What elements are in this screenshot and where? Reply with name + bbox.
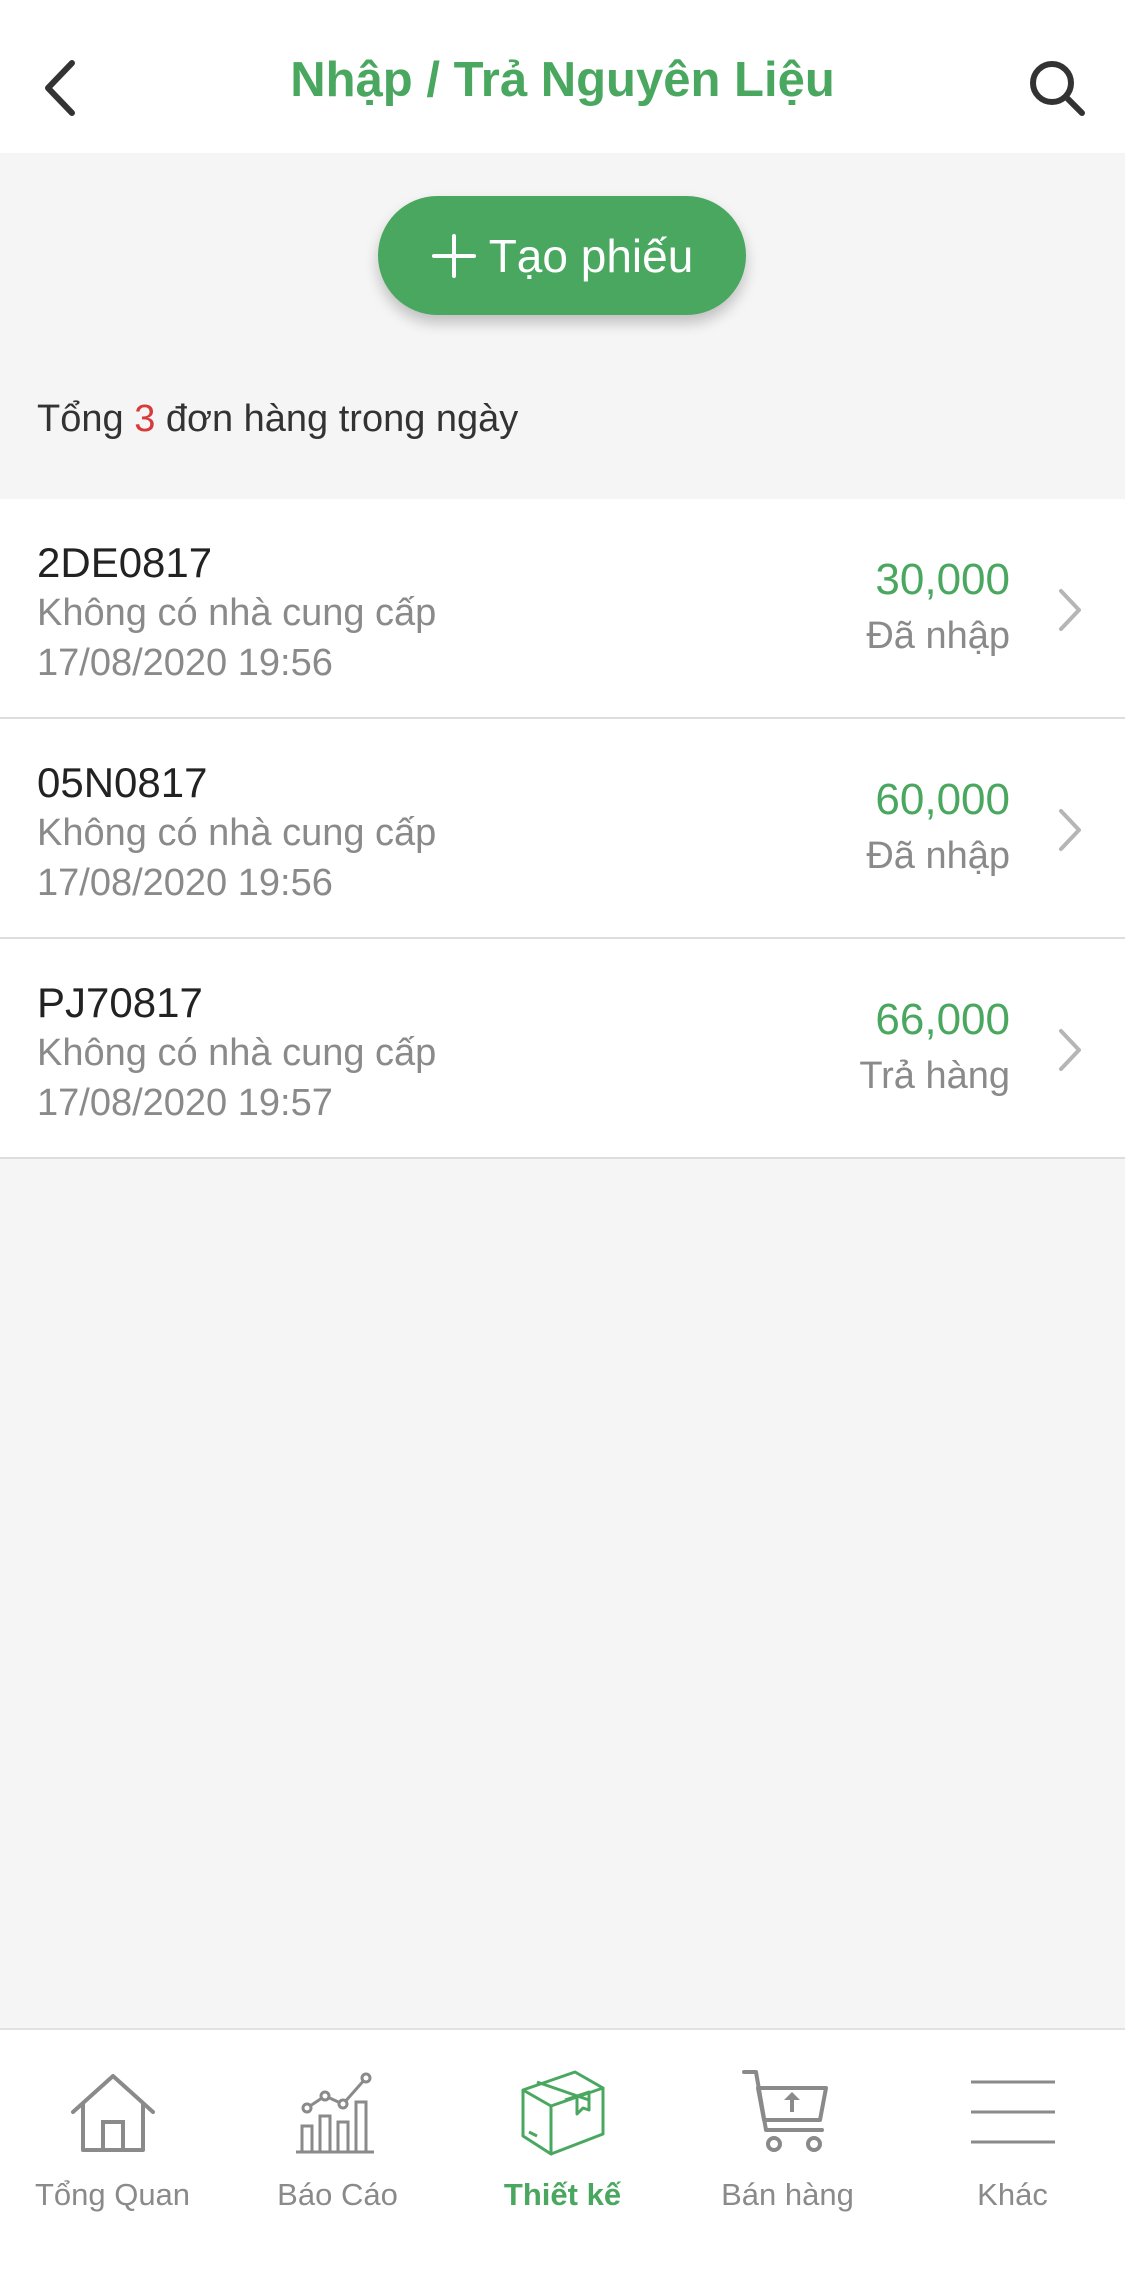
order-datetime: 17/08/2020 19:56 (37, 862, 333, 904)
search-icon (1030, 61, 1085, 116)
nav-label: Tổng Quan (34, 2177, 191, 2212)
order-summary: Tổng 3 đơn hàng trong ngày (37, 398, 518, 441)
create-ticket-label: Tạo phiếu (488, 229, 694, 282)
order-status: Trả hàng (859, 1055, 1010, 1097)
summary-prefix: Tổng (37, 398, 124, 440)
order-amount: 60,000 (875, 775, 1010, 824)
order-datetime: 17/08/2020 19:56 (37, 642, 333, 684)
nav-item-overview[interactable]: Tổng Quan (0, 2030, 225, 2278)
chevron-right-icon (1059, 589, 1081, 631)
order-amount: 66,000 (875, 995, 1010, 1044)
order-code: 2DE0817 (37, 539, 213, 586)
search-button[interactable] (1019, 50, 1095, 126)
nav-label: Khác (977, 2177, 1048, 2212)
menu-icon (970, 2080, 1055, 2144)
order-datetime: 17/08/2020 19:57 (37, 1082, 333, 1124)
nav-label: Thiết kế (503, 2177, 622, 2212)
home-icon (70, 2074, 155, 2152)
top-bar: Nhập / Trả Nguyên Liệu (0, 0, 1125, 153)
chevron-right-icon (1059, 809, 1081, 851)
order-code: PJ70817 (37, 979, 203, 1026)
order-code: 05N0817 (37, 759, 208, 806)
nav-label: Báo Cáo (277, 2177, 398, 2212)
nav-item-reports[interactable]: Báo Cáo (225, 2030, 450, 2278)
order-supplier: Không có nhà cung cấp (37, 1032, 437, 1074)
order-supplier: Không có nhà cung cấp (37, 592, 437, 634)
cart-icon (741, 2070, 828, 2152)
nav-item-more[interactable]: Khác (900, 2030, 1125, 2278)
nav-item-design[interactable]: Thiết kế (450, 2030, 675, 2278)
nav-item-sales[interactable]: Bán hàng (675, 2030, 900, 2278)
order-row[interactable]: PJ70817 Không có nhà cung cấp 17/08/2020… (0, 939, 1125, 1159)
chart-icon (295, 2072, 374, 2154)
create-ticket-button[interactable]: Tạo phiếu (378, 196, 746, 315)
page-title: Nhập / Trả Nguyên Liệu (290, 53, 835, 107)
order-status: Đã nhập (866, 615, 1010, 657)
order-status: Đã nhập (866, 835, 1010, 877)
order-row[interactable]: 2DE0817 Không có nhà cung cấp 17/08/2020… (0, 499, 1125, 719)
nav-label: Bán hàng (721, 2177, 854, 2212)
order-row[interactable]: 05N0817 Không có nhà cung cấp 17/08/2020… (0, 719, 1125, 939)
box-icon (521, 2070, 604, 2156)
chevron-right-icon (1059, 1029, 1081, 1071)
bottom-nav: Tổng Quan Báo Cáo Thiết kế Bán hàng Khác (0, 2028, 1125, 2278)
order-amount: 30,000 (875, 555, 1010, 604)
order-list: 2DE0817 Không có nhà cung cấp 17/08/2020… (0, 499, 1125, 1159)
screen: Nhập / Trả Nguyên Liệu Tạo phiếu Tổng 3 … (0, 0, 1125, 2278)
summary-count: 3 (134, 398, 156, 440)
summary-suffix: đơn hàng trong ngày (165, 398, 519, 440)
order-supplier: Không có nhà cung cấp (37, 812, 437, 854)
plus-icon (431, 233, 477, 279)
